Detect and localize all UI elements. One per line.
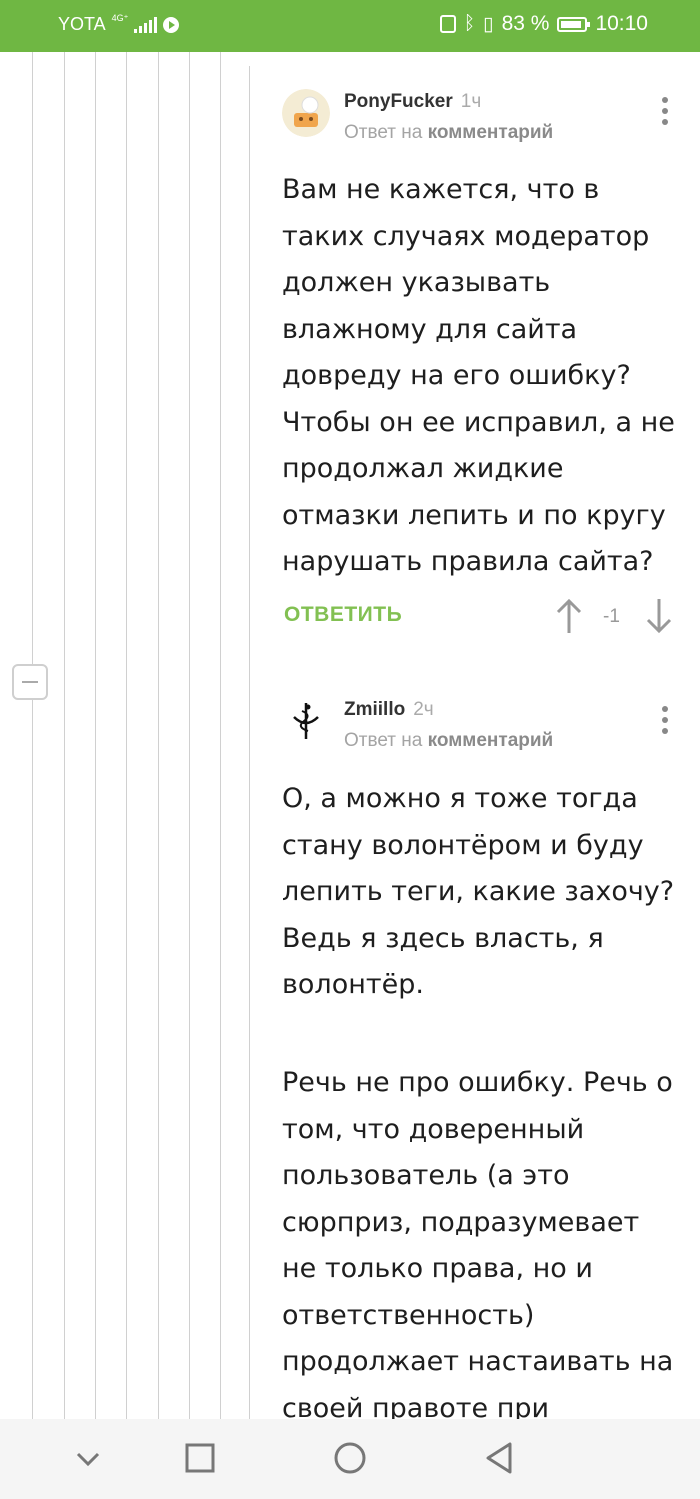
user-avatar[interactable] xyxy=(282,697,330,745)
thread-line xyxy=(32,52,33,1419)
reply-prefix: Ответ на xyxy=(344,730,423,751)
comment-text-paragraph: О, а можно я тоже тогда стану волонтёром… xyxy=(282,783,675,1000)
comment-author[interactable]: Zmiillo 2ч xyxy=(344,699,434,721)
network-type: 4G⁺ xyxy=(111,13,129,23)
back-chevron-icon[interactable] xyxy=(68,1439,108,1479)
system-nav-bar xyxy=(0,1419,700,1499)
home-circle-icon[interactable] xyxy=(330,1439,370,1479)
comment: Zmiillo 2ч Ответ на комментарий О, а можн… xyxy=(282,0,682,1419)
thread-line xyxy=(249,66,250,1419)
thread-line xyxy=(220,52,221,1419)
media-icon xyxy=(163,16,180,33)
home-square-icon[interactable] xyxy=(180,1439,220,1479)
comment-time: 2ч xyxy=(413,699,434,720)
reply-to: Ответ на комментарий xyxy=(344,730,553,752)
thread-line xyxy=(158,52,159,1419)
author-name[interactable]: Zmiillo xyxy=(344,699,405,720)
reply-parent-link[interactable]: комментарий xyxy=(428,730,554,751)
back-triangle-icon[interactable] xyxy=(480,1439,520,1479)
carrier-label: YOTA xyxy=(58,14,106,34)
signal-icon xyxy=(134,16,158,33)
status-left: YOTA 4G⁺ xyxy=(58,13,180,35)
collapse-thread-button[interactable] xyxy=(12,664,48,700)
thread-line xyxy=(189,52,190,1419)
thread-line xyxy=(95,52,96,1419)
thread-line xyxy=(64,52,65,1419)
more-options-icon[interactable] xyxy=(662,706,668,739)
thread-line xyxy=(126,52,127,1419)
comment-text-paragraph: Речь не про ошибку. Речь о том, что дове… xyxy=(282,1067,674,1419)
